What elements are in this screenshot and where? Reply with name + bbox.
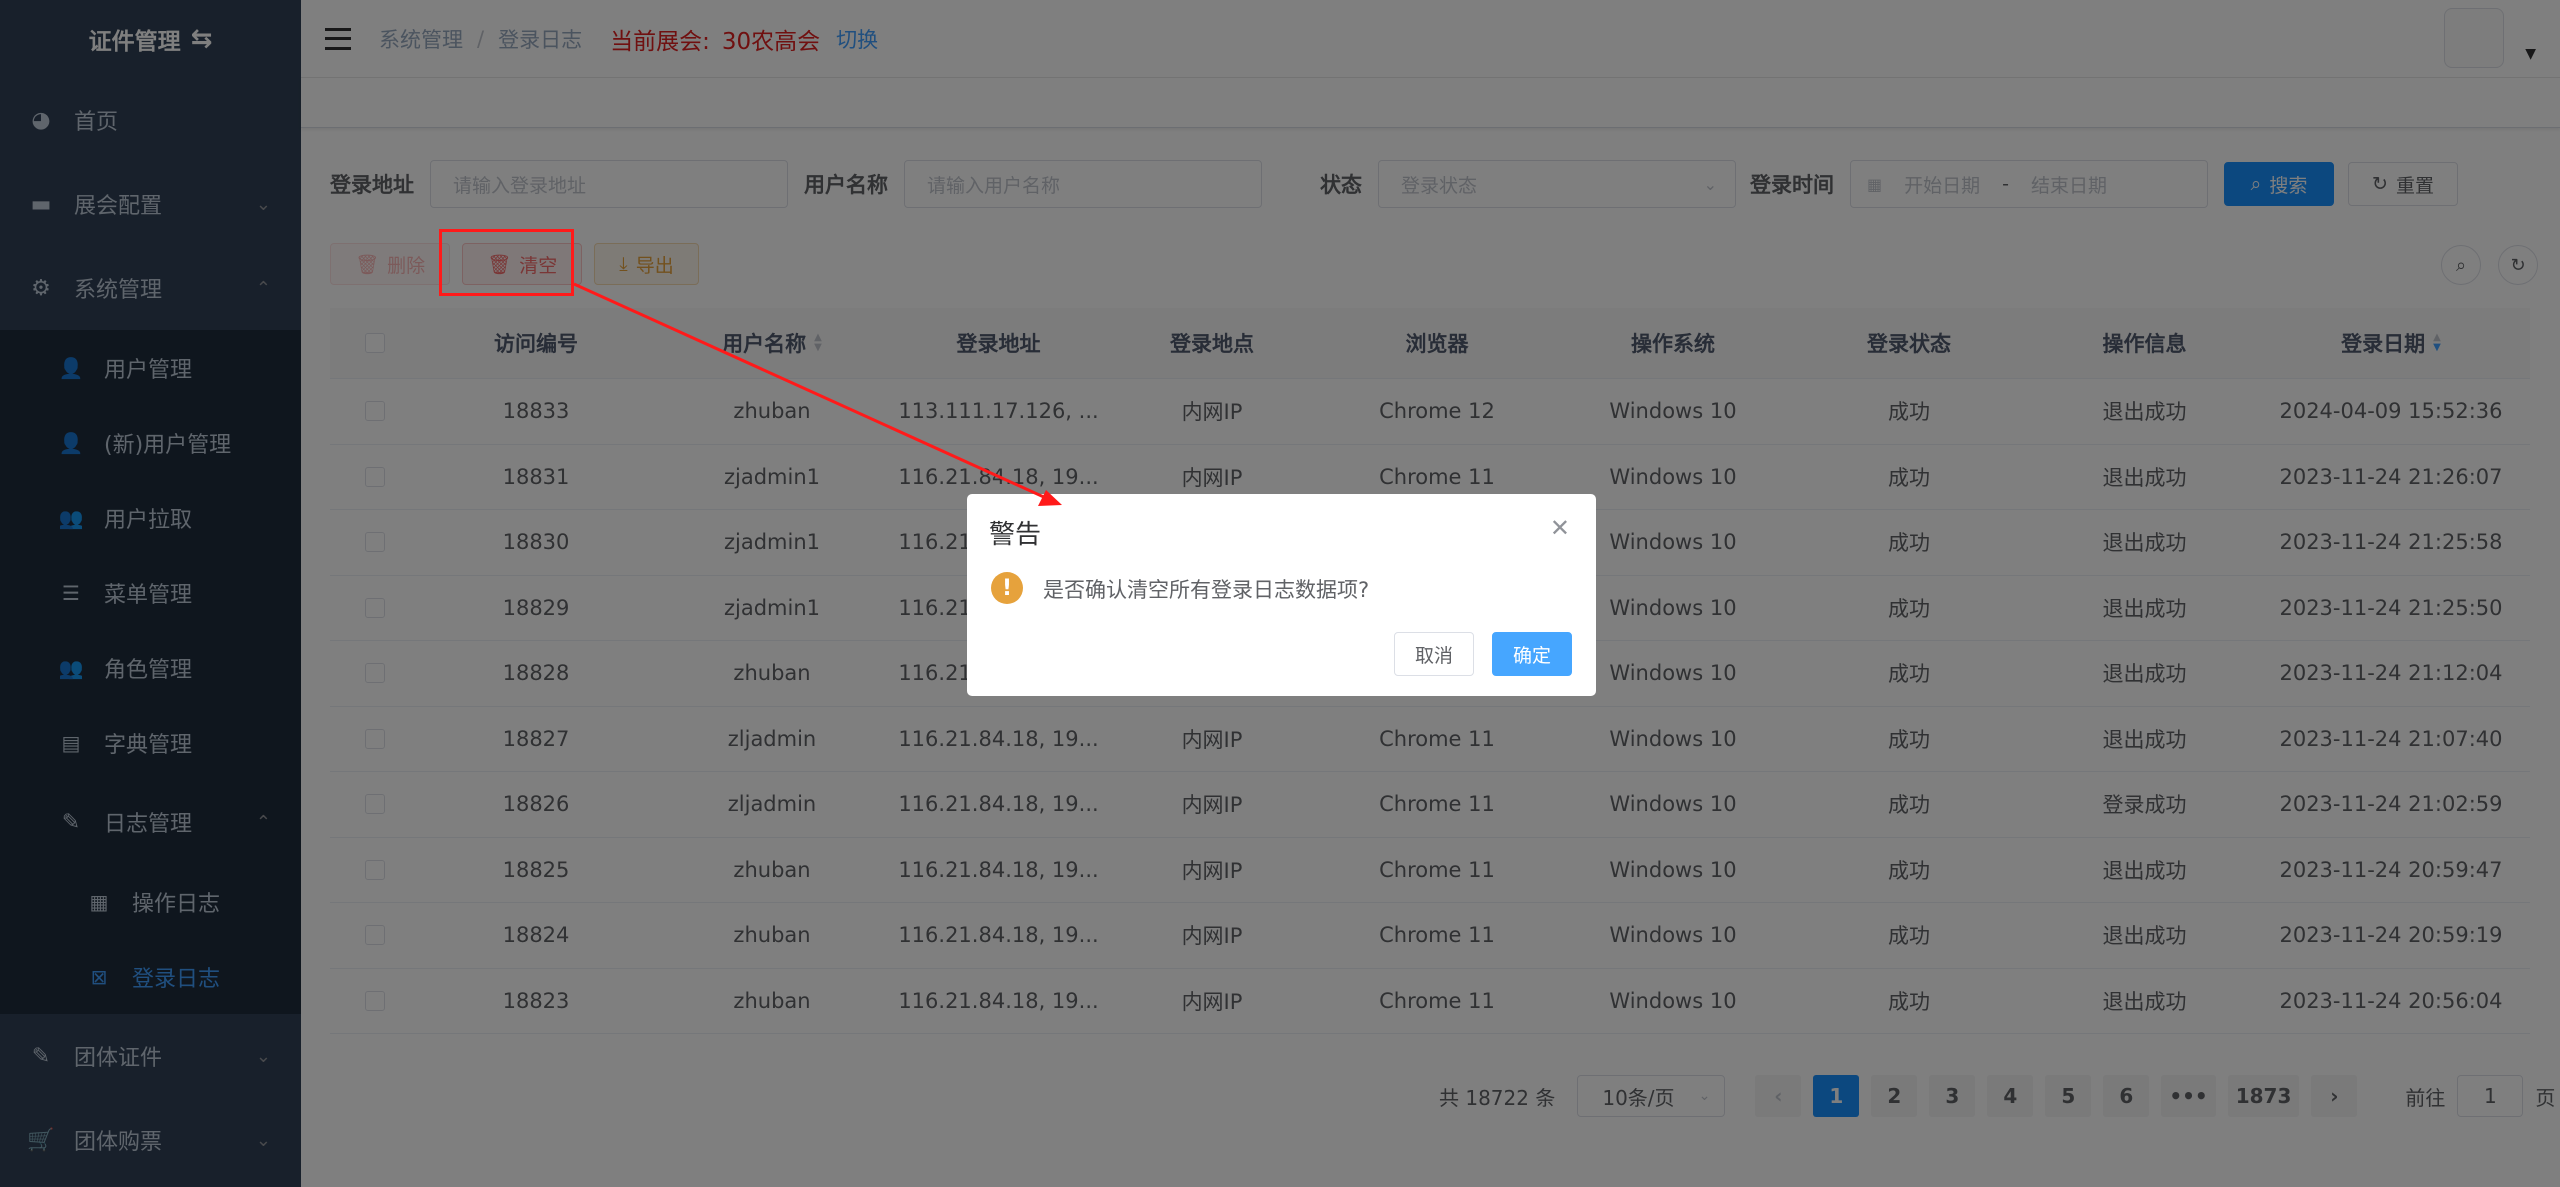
warning-icon: ! xyxy=(991,572,1023,604)
close-icon[interactable]: ✕ xyxy=(1550,514,1570,542)
annotation-highlight-box xyxy=(439,229,574,296)
confirm-button[interactable]: 确定 xyxy=(1491,632,1572,676)
dialog-title: 警告 xyxy=(989,520,1042,550)
dialog-actions: 取消 确定 xyxy=(1393,632,1572,676)
dialog-message: 是否确认清空所有登录日志数据项? xyxy=(1043,578,1370,602)
cancel-button[interactable]: 取消 xyxy=(1393,632,1474,676)
confirm-dialog: 警告 ✕ ! 是否确认清空所有登录日志数据项? 取消 确定 xyxy=(967,494,1596,696)
